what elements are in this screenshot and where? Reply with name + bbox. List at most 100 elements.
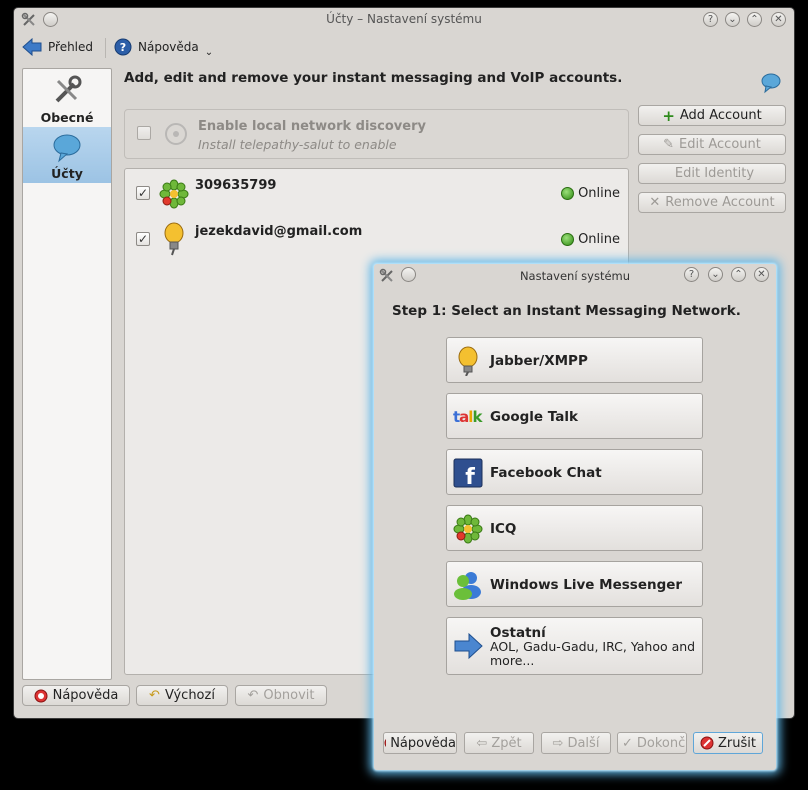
help-menu-label: Nápověda bbox=[138, 40, 199, 54]
list-item[interactable]: ✓ jezekdavid@gmail.com Online bbox=[125, 217, 628, 263]
arrow-right-icon bbox=[454, 632, 483, 660]
next-label: Další bbox=[567, 735, 600, 751]
finish-label: Dokončit bbox=[636, 735, 686, 751]
defaults-button[interactable]: ↶ Výchozí bbox=[136, 685, 228, 706]
edit-account-button[interactable]: ✎ Edit Account bbox=[638, 134, 786, 155]
toolbar-separator bbox=[105, 38, 106, 58]
svg-text:f: f bbox=[465, 465, 475, 488]
network-description-line: more... bbox=[490, 653, 535, 668]
remove-account-label: Remove Account bbox=[665, 195, 775, 210]
back-button[interactable]: ⇦ Zpět bbox=[464, 732, 534, 754]
minimize-icon[interactable]: ⌄ bbox=[725, 12, 740, 27]
plus-icon: + bbox=[662, 106, 675, 125]
network-label: Google Talk bbox=[490, 409, 578, 425]
network-icq-button[interactable]: ICQ bbox=[446, 505, 703, 551]
account-name: jezekdavid@gmail.com bbox=[195, 224, 363, 239]
local-discovery-panel: Enable local network discovery Install t… bbox=[124, 109, 629, 159]
account-enabled-checkbox[interactable]: ✓ bbox=[136, 232, 150, 246]
back-arrow-icon bbox=[22, 38, 42, 56]
help-icon[interactable]: ? bbox=[703, 12, 718, 27]
maximize-icon[interactable]: ⌃ bbox=[747, 12, 762, 27]
reset-label: Obnovit bbox=[263, 688, 315, 703]
svg-text:?: ? bbox=[120, 41, 126, 54]
network-label: ICQ bbox=[490, 521, 517, 537]
tools-icon bbox=[55, 75, 82, 103]
sidebar-item-accounts[interactable]: Účty bbox=[23, 127, 111, 183]
reset-icon: ↶ bbox=[247, 688, 259, 703]
cancel-label: Zrušit bbox=[718, 735, 756, 751]
dialog-help-label: Nápověda bbox=[390, 735, 456, 751]
account-name: 309635799 bbox=[195, 178, 277, 193]
defaults-label: Výchozí bbox=[164, 688, 215, 703]
sidebar-item-label: Obecné bbox=[40, 110, 94, 125]
network-other-button[interactable]: Ostatní AOL, Gadu-Gadu, IRC, Yahoo and mo… bbox=[446, 617, 703, 675]
sidebar: Obecné Účty bbox=[22, 68, 112, 680]
network-google-talk-button[interactable]: talk Google Talk bbox=[446, 393, 703, 439]
page-header: Add, edit and remove your instant messag… bbox=[124, 70, 623, 86]
back-label: Zpět bbox=[491, 735, 522, 751]
cancel-icon bbox=[700, 736, 714, 750]
help-lifebuoy-icon bbox=[34, 689, 48, 702]
account-enabled-checkbox[interactable]: ✓ bbox=[136, 186, 150, 200]
next-button[interactable]: ⇨ Další bbox=[541, 732, 611, 754]
jabber-bulb-icon bbox=[164, 222, 184, 256]
window-title: Účty – Nastavení systému bbox=[326, 12, 482, 26]
add-account-label: Add Account bbox=[679, 108, 762, 123]
network-label: Jabber/XMPP bbox=[490, 353, 588, 369]
add-account-dialog: Nastavení systému ? ⌄ ⌃ ✕ Step 1: Select… bbox=[374, 264, 776, 770]
edit-identity-button[interactable]: Edit Identity bbox=[638, 163, 786, 184]
network-icon bbox=[165, 123, 187, 145]
list-item[interactable]: ✓ 309635799 Online bbox=[125, 171, 628, 217]
dialog-help-button[interactable]: Nápověda bbox=[383, 732, 457, 754]
close-icon[interactable]: ✕ bbox=[771, 12, 786, 27]
edit-identity-label: Edit Identity bbox=[674, 166, 755, 181]
step-heading: Step 1: Select an Instant Messaging Netw… bbox=[392, 303, 741, 319]
network-jabber-button[interactable]: Jabber/XMPP bbox=[446, 337, 703, 383]
edit-account-label: Edit Account bbox=[679, 137, 761, 152]
sidebar-item-label: Účty bbox=[51, 166, 83, 181]
chat-bubble-small-icon bbox=[761, 73, 781, 94]
facebook-icon: f bbox=[453, 458, 483, 488]
remove-x-icon: ✕ bbox=[649, 195, 661, 210]
discovery-subtitle: Install telepathy-salut to enable bbox=[198, 137, 397, 152]
discovery-title: Enable local network discovery bbox=[198, 119, 426, 134]
add-account-button[interactable]: + Add Account bbox=[638, 105, 786, 126]
sidebar-item-general[interactable]: Obecné bbox=[23, 71, 111, 127]
finish-button[interactable]: ✓Dokončit bbox=[617, 732, 687, 754]
google-talk-icon: talk bbox=[453, 408, 482, 426]
icq-flower-icon bbox=[159, 179, 189, 209]
maximize-icon[interactable]: ⌃ bbox=[731, 267, 746, 282]
defaults-icon: ↶ bbox=[149, 688, 160, 703]
account-status: Online bbox=[561, 186, 620, 201]
remove-account-button[interactable]: ✕ Remove Account bbox=[638, 192, 786, 213]
reset-button[interactable]: ↶ Obnovit bbox=[235, 685, 327, 706]
online-status-icon bbox=[561, 187, 575, 200]
overview-label: Přehled bbox=[48, 40, 94, 54]
status-label: Online bbox=[578, 232, 620, 247]
help-menu-button[interactable]: ? Nápověda ⌄ bbox=[114, 36, 213, 58]
next-arrow-icon: ⇨ bbox=[552, 735, 564, 751]
discovery-checkbox[interactable] bbox=[137, 126, 151, 140]
close-icon[interactable]: ✕ bbox=[754, 267, 769, 282]
main-titlebar[interactable]: Účty – Nastavení systému ? ⌄ ⌃ ✕ bbox=[14, 8, 794, 32]
minimize-icon[interactable]: ⌄ bbox=[708, 267, 723, 282]
dropdown-arrow-icon: ⌄ bbox=[204, 46, 214, 58]
cancel-button[interactable]: Zrušit bbox=[693, 732, 763, 754]
help-icon[interactable]: ? bbox=[684, 267, 699, 282]
network-description-line: AOL, Gadu-Gadu, IRC, Yahoo and bbox=[490, 639, 696, 654]
jabber-icon bbox=[458, 346, 478, 376]
status-label: Online bbox=[578, 186, 620, 201]
wrench-icon: ✎ bbox=[663, 137, 675, 152]
network-facebook-button[interactable]: f Facebook Chat bbox=[446, 449, 703, 495]
help-lifebuoy-icon bbox=[384, 738, 387, 748]
back-arrow-icon: ⇦ bbox=[476, 735, 488, 751]
account-status: Online bbox=[561, 232, 620, 247]
network-label: Windows Live Messenger bbox=[490, 577, 683, 593]
chat-bubble-icon bbox=[53, 134, 81, 163]
network-label: Facebook Chat bbox=[490, 465, 602, 481]
icq-icon bbox=[453, 514, 483, 544]
network-msn-button[interactable]: Windows Live Messenger bbox=[446, 561, 703, 607]
help-label: Nápověda bbox=[52, 688, 119, 703]
help-button[interactable]: Nápověda bbox=[22, 685, 130, 706]
overview-button[interactable]: Přehled bbox=[22, 36, 93, 58]
